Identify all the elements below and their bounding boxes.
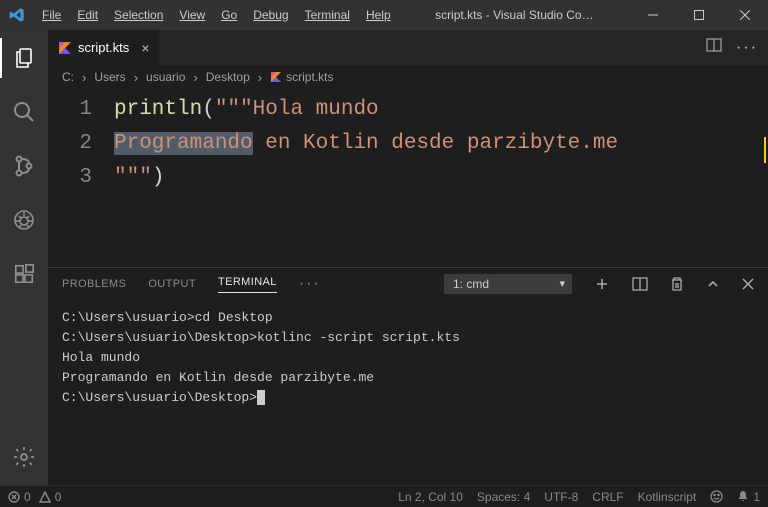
editor-more-icon[interactable]: ··· bbox=[736, 39, 758, 57]
crumb[interactable]: usuario bbox=[146, 70, 185, 84]
line-number-gutter: 1 2 3 bbox=[48, 89, 114, 267]
crumb[interactable]: script.kts bbox=[286, 70, 333, 84]
tab-row: script.kts × ··· bbox=[48, 30, 768, 65]
crumb[interactable]: Desktop bbox=[206, 70, 250, 84]
status-warnings[interactable]: 0 bbox=[39, 490, 62, 504]
status-lncol[interactable]: Ln 2, Col 10 bbox=[398, 490, 463, 504]
status-feedback-icon[interactable] bbox=[710, 490, 723, 503]
status-notifications[interactable]: 1 bbox=[737, 490, 760, 504]
editor-cursor bbox=[764, 137, 766, 163]
panel-tab-row: PROBLEMS OUTPUT TERMINAL ··· 1: cmd bbox=[48, 268, 768, 300]
activity-bar bbox=[0, 30, 48, 485]
menu-terminal[interactable]: Terminal bbox=[297, 0, 358, 30]
terminal-body[interactable]: C:\Users\usuario>cd DesktopC:\Users\usua… bbox=[48, 300, 768, 485]
crumb[interactable]: C: bbox=[62, 70, 74, 84]
ab-source-control[interactable] bbox=[0, 146, 48, 186]
status-eol[interactable]: CRLF bbox=[592, 490, 623, 504]
main-row: script.kts × ··· C:› Users› usuario› Des… bbox=[0, 30, 768, 485]
vscode-icon bbox=[0, 7, 34, 23]
status-errors[interactable]: 0 bbox=[8, 490, 31, 504]
status-encoding[interactable]: UTF-8 bbox=[544, 490, 578, 504]
ab-explorer[interactable] bbox=[0, 38, 48, 78]
status-spaces[interactable]: Spaces: 4 bbox=[477, 490, 530, 504]
window-title: script.kts - Visual Studio Co… bbox=[399, 8, 630, 22]
split-editor-icon[interactable] bbox=[706, 37, 722, 58]
panel-tab-output[interactable]: OUTPUT bbox=[148, 278, 196, 290]
title-bar: File Edit Selection View Go Debug Termin… bbox=[0, 0, 768, 30]
menu-edit[interactable]: Edit bbox=[69, 0, 106, 30]
panel-tab-problems[interactable]: PROBLEMS bbox=[62, 278, 126, 290]
bottom-panel: PROBLEMS OUTPUT TERMINAL ··· 1: cmd C:\U… bbox=[48, 267, 768, 485]
panel-more-icon[interactable]: ··· bbox=[299, 275, 321, 293]
minimize-button[interactable] bbox=[630, 0, 676, 30]
panel-tab-terminal[interactable]: TERMINAL bbox=[218, 276, 277, 293]
tab-label: script.kts bbox=[78, 40, 129, 55]
status-bar: 0 0 Ln 2, Col 10 Spaces: 4 UTF-8 CRLF Ko… bbox=[0, 485, 768, 507]
window-controls bbox=[630, 0, 768, 30]
ab-settings[interactable] bbox=[0, 437, 48, 477]
tab-script-kts[interactable]: script.kts × bbox=[48, 30, 160, 65]
editor-area: script.kts × ··· C:› Users› usuario› Des… bbox=[48, 30, 768, 485]
crumb[interactable]: Users bbox=[94, 70, 125, 84]
ab-search[interactable] bbox=[0, 92, 48, 132]
menu-file[interactable]: File bbox=[34, 0, 69, 30]
menu-go[interactable]: Go bbox=[213, 0, 245, 30]
kotlin-icon bbox=[58, 41, 72, 55]
code-lines[interactable]: println("""Hola mundo Programando en Kot… bbox=[114, 89, 768, 267]
menu-debug[interactable]: Debug bbox=[245, 0, 296, 30]
close-panel-icon[interactable] bbox=[742, 278, 754, 290]
menu-view[interactable]: View bbox=[171, 0, 213, 30]
split-terminal-icon[interactable] bbox=[632, 276, 648, 292]
new-terminal-icon[interactable] bbox=[594, 276, 610, 292]
tab-actions: ··· bbox=[706, 30, 768, 65]
kill-terminal-icon[interactable] bbox=[670, 276, 684, 292]
ab-debug[interactable] bbox=[0, 200, 48, 240]
menu-bar: File Edit Selection View Go Debug Termin… bbox=[34, 0, 399, 30]
ab-extensions[interactable] bbox=[0, 254, 48, 294]
menu-help[interactable]: Help bbox=[358, 0, 399, 30]
menu-selection[interactable]: Selection bbox=[106, 0, 171, 30]
close-button[interactable] bbox=[722, 0, 768, 30]
terminal-cursor bbox=[257, 390, 265, 405]
terminal-shell-select[interactable]: 1: cmd bbox=[444, 274, 572, 294]
maximize-button[interactable] bbox=[676, 0, 722, 30]
code-editor[interactable]: 1 2 3 println("""Hola mundo Programando … bbox=[48, 89, 768, 267]
maximize-panel-icon[interactable] bbox=[706, 277, 720, 291]
tab-close-icon[interactable]: × bbox=[141, 40, 149, 56]
status-language[interactable]: Kotlinscript bbox=[638, 490, 697, 504]
kotlin-icon bbox=[270, 71, 282, 83]
breadcrumb[interactable]: C:› Users› usuario› Desktop› script.kts bbox=[48, 65, 768, 89]
